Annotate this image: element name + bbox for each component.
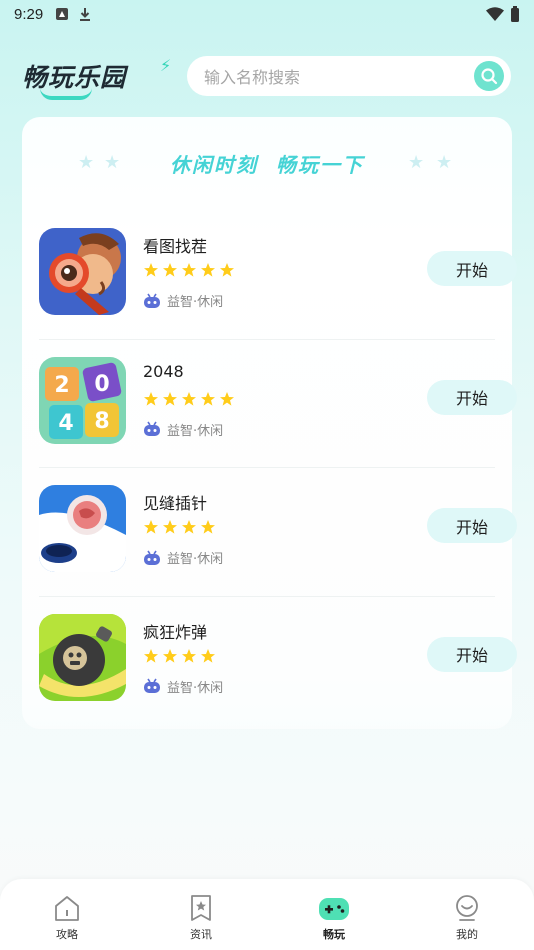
star-icon (163, 520, 177, 534)
profile-icon (456, 895, 478, 921)
star-icon (182, 263, 196, 277)
star-icon (182, 391, 196, 406)
svg-text:8: 8 (94, 409, 109, 434)
game-list-card: ★ ★ ★ ★ 休闲时刻 畅玩一下 看图找茬 益智·休闲 开始 2 0 4 8 … (22, 117, 517, 729)
spark-icon: ⚡ (160, 56, 172, 75)
rating-stars (143, 391, 235, 407)
gamepad-tag-icon (144, 293, 160, 308)
tab-label: 畅玩 (323, 928, 345, 941)
2048-game-icon[interactable]: 2 0 4 8 (39, 356, 126, 444)
header: 畅玩乐园 ⚡ 输入名称搜索 (0, 50, 534, 102)
download-icon (80, 8, 91, 21)
rating-stars (143, 262, 235, 278)
game-list: 看图找茬 益智·休闲 开始 2 0 4 8 2048 益智·休闲 开始 见缝插针… (39, 211, 517, 726)
star-icon (144, 263, 158, 277)
game-category: 益智·休闲 (167, 423, 224, 439)
ball-hole-game-icon[interactable] (39, 485, 126, 572)
star-icon (163, 648, 177, 663)
bookmark-star-icon (191, 895, 211, 921)
bomb-game-icon[interactable] (39, 613, 126, 701)
house-icon (55, 896, 79, 921)
game-name: 疯狂炸弹 (143, 622, 208, 642)
list-item[interactable]: 见缝插针 益智·休闲 开始 (39, 468, 517, 597)
star-icon (201, 648, 215, 663)
start-button[interactable]: 开始 (427, 379, 517, 415)
gamepad-tag-icon (144, 678, 160, 693)
rating-stars (143, 648, 216, 664)
star-icon (144, 648, 158, 663)
banner-title: 休闲时刻 畅玩一下 (170, 152, 364, 177)
bottom-tab-bar: 攻略 资讯 畅玩 我的 (0, 879, 534, 950)
tab-news[interactable]: 资讯 (171, 894, 231, 946)
tab-play[interactable]: 畅玩 (304, 894, 364, 946)
rating-stars (143, 519, 216, 535)
star-icon (201, 263, 215, 277)
status-time: 9:29 (14, 5, 44, 23)
star-icon (220, 391, 234, 406)
game-name: 2048 (143, 361, 184, 381)
magnifier-game-icon[interactable] (39, 228, 126, 315)
star-icon (201, 391, 215, 406)
game-tag: 益智·休闲 (143, 548, 223, 567)
star-icon (163, 263, 177, 277)
list-item[interactable]: 疯狂炸弹 益智·休闲 开始 (39, 597, 517, 726)
game-category: 益智·休闲 (167, 680, 224, 696)
battery-icon (511, 6, 519, 22)
start-button[interactable]: 开始 (427, 508, 517, 543)
wifi-icon (486, 7, 504, 21)
star-icon (182, 648, 196, 663)
game-tag: 益智·休闲 (143, 677, 223, 696)
start-button[interactable]: 开始 (427, 251, 517, 286)
notification-app-icon (56, 8, 69, 20)
game-tag: 益智·休闲 (143, 420, 223, 439)
svg-text:2: 2 (54, 373, 69, 398)
game-tag: 益智·休闲 (143, 291, 223, 310)
game-category: 益智·休闲 (167, 295, 224, 310)
gamepad-tag-icon (144, 421, 160, 436)
star-icon (201, 520, 215, 534)
svg-text:4: 4 (58, 411, 73, 436)
app-logo: 畅玩乐园 ⚡ (22, 54, 182, 102)
search-input[interactable]: 输入名称搜索 (204, 64, 300, 88)
game-name: 见缝插针 (143, 494, 208, 513)
logo-smile-decoration (40, 88, 92, 100)
tab-label: 资讯 (190, 928, 212, 941)
list-item[interactable]: 2 0 4 8 2048 益智·休闲 开始 (39, 340, 517, 468)
star-icon (220, 263, 234, 277)
gamepad-tag-icon (144, 550, 160, 565)
tab-label: 我的 (456, 928, 478, 941)
status-bar: 9:29 (0, 0, 534, 28)
search-bar[interactable]: 输入名称搜索 (187, 56, 511, 96)
game-category: 益智·休闲 (167, 552, 224, 567)
game-name: 看图找茬 (143, 237, 208, 256)
tab-guide[interactable]: 攻略 (37, 894, 97, 946)
svg-text:0: 0 (94, 372, 109, 397)
star-icon (144, 391, 158, 406)
list-item[interactable]: 看图找茬 益智·休闲 开始 (39, 211, 517, 340)
tab-label: 攻略 (56, 928, 78, 941)
star-icon (182, 520, 196, 534)
gamepad-icon (319, 898, 349, 920)
search-icon (481, 68, 498, 85)
tab-profile[interactable]: 我的 (437, 894, 497, 946)
start-button[interactable]: 开始 (427, 636, 517, 672)
star-icon (163, 391, 177, 406)
search-button[interactable] (474, 61, 504, 91)
star-icon (144, 520, 158, 534)
